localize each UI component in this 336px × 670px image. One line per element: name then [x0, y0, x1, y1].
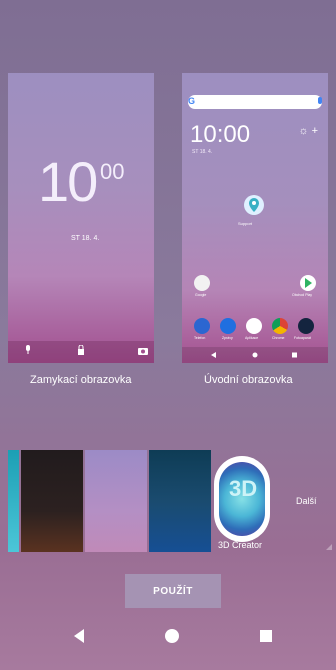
- microphone-icon: [24, 345, 32, 357]
- 3d-creator-glyph: 3D: [229, 476, 258, 501]
- wallpaper-thumb-3[interactable]: [85, 450, 147, 552]
- play-store-icon: [300, 275, 316, 291]
- back-icon[interactable]: [68, 624, 92, 648]
- lock-time-hour: 10: [38, 150, 98, 213]
- app-label: Aplikace: [245, 336, 259, 340]
- weather-settings-icons: ☼ +: [298, 125, 318, 137]
- support-app-label: Support: [238, 221, 253, 226]
- lock-time-minute: 00: [100, 159, 125, 184]
- 3d-creator-label: 3D Creator: [218, 540, 263, 550]
- home-screen-caption: Úvodní obrazovka: [204, 374, 293, 386]
- app-label: Fotoaparát: [294, 336, 311, 340]
- wallpaper-thumb-1[interactable]: [8, 450, 19, 552]
- home-preview-navbar: [182, 347, 328, 363]
- lock-screen-caption: Zamykací obrazovka: [30, 374, 132, 386]
- apply-button[interactable]: POUŽÍT: [125, 574, 221, 608]
- more-wallpapers-link[interactable]: Další: [296, 496, 317, 506]
- scroll-corner: [326, 544, 332, 550]
- app-label: Telefon: [194, 336, 206, 340]
- 3d-creator-icon: 3D: [219, 462, 265, 536]
- search-bar: [188, 95, 322, 109]
- wallpaper-thumb-4[interactable]: [149, 450, 211, 552]
- app-label: Zprávy: [222, 336, 233, 340]
- home-date: ST 18. 4.: [192, 149, 213, 155]
- home-screen-preview[interactable]: G 10:00 ST 18. 4. ☼ + Support Google Obc…: [182, 73, 328, 363]
- chrome-app-icon: [272, 318, 288, 334]
- messages-app-icon: [220, 318, 236, 334]
- home-icon[interactable]: [160, 624, 184, 648]
- lock-screen-preview[interactable]: 10 00 ST 18. 4.: [8, 73, 154, 363]
- search-mic-icon: [318, 97, 322, 104]
- recents-icon[interactable]: [254, 624, 278, 648]
- lock-date: ST 18. 4.: [71, 235, 100, 242]
- phone-app-icon: [194, 318, 210, 334]
- home-time: 10:00: [190, 121, 251, 148]
- app-label: Google: [195, 293, 207, 297]
- lock-icon: [77, 344, 85, 357]
- google-app-icon: [194, 275, 210, 291]
- support-app-icon: [244, 195, 264, 215]
- camera-icon: [138, 346, 148, 357]
- app-label: Obchod Play: [292, 293, 313, 297]
- wallpaper-thumb-2[interactable]: [21, 450, 83, 552]
- app-drawer-icon: [246, 318, 262, 334]
- 3d-creator-wallpaper[interactable]: 3D: [214, 456, 270, 542]
- google-logo: G: [188, 96, 196, 106]
- camera-app-icon: [298, 318, 314, 334]
- app-label: Chrome: [272, 336, 285, 340]
- system-navbar: [0, 606, 336, 670]
